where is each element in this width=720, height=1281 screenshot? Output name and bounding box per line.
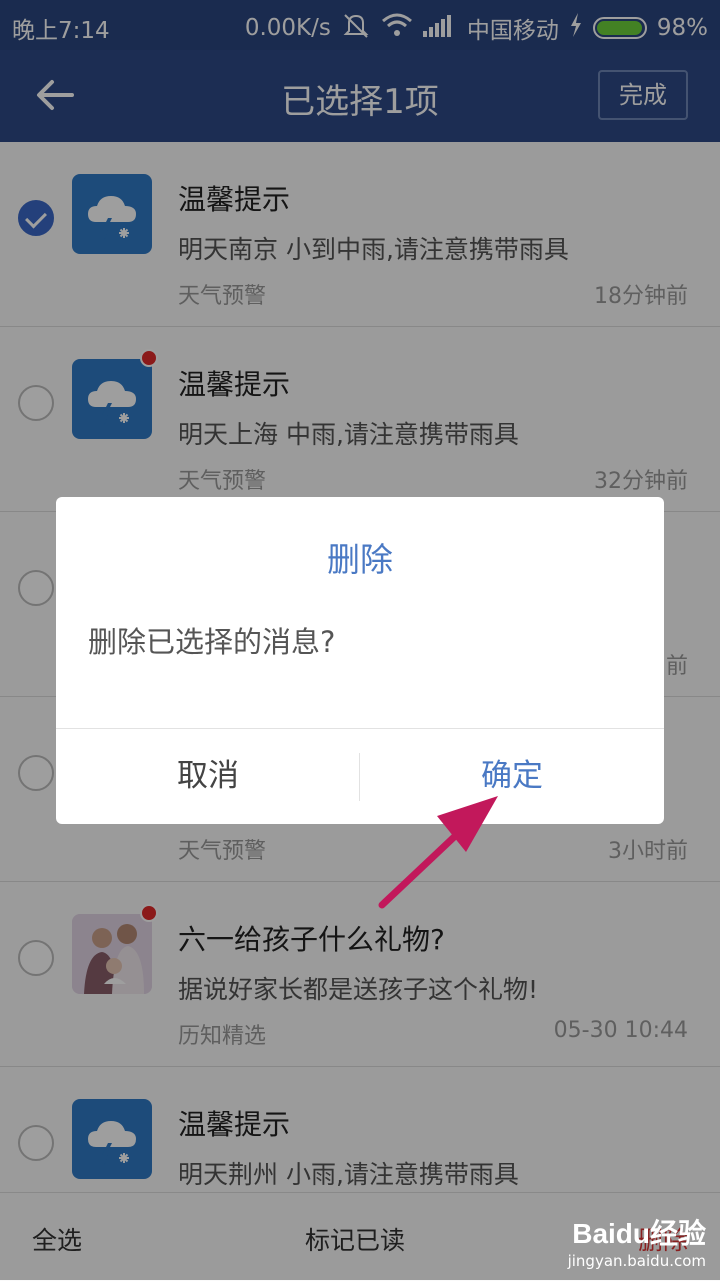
delete-confirm-dialog: 删除 删除已选择的消息? 取消 确定 bbox=[56, 497, 664, 824]
watermark-url: jingyan.baidu.com bbox=[567, 1252, 706, 1270]
watermark-brand: Baidu经验 bbox=[572, 1218, 706, 1249]
dialog-title: 删除 bbox=[327, 540, 393, 579]
baidu-watermark: Baidu经验 jingyan.baidu.com bbox=[568, 1212, 706, 1270]
cancel-button[interactable]: 取消 bbox=[56, 729, 360, 824]
dialog-message: 删除已选择的消息? bbox=[88, 625, 336, 659]
confirm-button[interactable]: 确定 bbox=[360, 729, 664, 824]
